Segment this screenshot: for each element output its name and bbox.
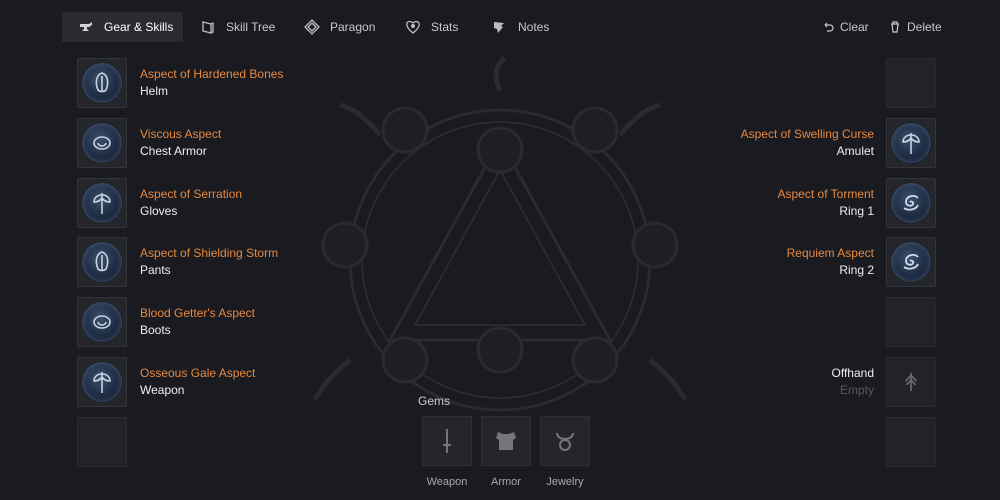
item-helm: Aspect of Hardened Bones Helm [140, 66, 283, 100]
paragon-diamond-icon [304, 19, 320, 35]
gear-slot-empty[interactable] [886, 417, 936, 467]
aspect-name: Aspect of Swelling Curse [740, 127, 874, 141]
quill-icon [492, 19, 508, 35]
gear-slot-weapon[interactable] [77, 357, 127, 407]
slot-name: Pants [140, 263, 171, 277]
item-amulet: Aspect of Swelling Curse Amulet [741, 126, 874, 160]
tab-notes[interactable]: Notes [492, 12, 549, 42]
delete-button[interactable]: Delete [889, 12, 942, 42]
gear-slot-chest-armor[interactable] [77, 118, 127, 168]
slot-name: Ring 2 [839, 263, 874, 277]
slot-name: Ring 1 [839, 204, 874, 218]
slot-empty-status: Empty [839, 383, 874, 397]
gear-slot-helm[interactable] [77, 58, 127, 108]
paragon-emblem-background [312, 56, 688, 467]
aspect-name: Requiem Aspect [786, 246, 874, 260]
spiral-icon [891, 183, 931, 223]
aspect-name: Aspect of Hardened Bones [140, 67, 284, 81]
swirl-icon [82, 302, 122, 342]
axe-icon [82, 183, 122, 223]
gem-slot-weapon[interactable] [422, 416, 472, 466]
tab-label: Stats [431, 20, 459, 34]
axe-icon [891, 123, 931, 163]
gem-label-jewelry: Jewelry [546, 476, 584, 488]
aspect-name: Aspect of Shielding Storm [140, 246, 279, 260]
gem-slot-armor[interactable] [481, 416, 531, 466]
gem-label-armor: Armor [491, 476, 521, 488]
slot-name: Offhand [831, 366, 874, 380]
aspect-name: Blood Getter's Aspect [140, 306, 256, 320]
tab-gear-skills[interactable]: Gear & Skills [62, 12, 183, 42]
item-pants: Aspect of Shielding Storm Pants [140, 245, 278, 279]
trash-icon [889, 21, 901, 33]
item-boots: Blood Getter's Aspect Boots [140, 305, 255, 339]
gem-label-weapon: Weapon [426, 476, 468, 488]
necklace-icon [556, 432, 574, 451]
item-weapon: Osseous Gale Aspect Weapon [140, 365, 255, 399]
chestplate-icon [496, 432, 516, 450]
gear-slot-offhand[interactable] [886, 357, 936, 407]
bone-shield-icon [82, 63, 122, 103]
aspect-name: Osseous Gale Aspect [140, 366, 256, 380]
item-offhand: Offhand Empty [832, 365, 874, 399]
gems-title: Gems [418, 394, 451, 408]
clear-label: Clear [840, 20, 869, 34]
gear-slot-ring-1[interactable] [886, 178, 936, 228]
tab-label: Gear & Skills [104, 20, 174, 34]
item-ring-2: Requiem Aspect Ring 2 [787, 245, 874, 279]
tab-label: Skill Tree [226, 20, 276, 34]
gear-slot-empty[interactable] [886, 297, 936, 347]
axe-icon [82, 362, 122, 402]
item-ring-1: Aspect of Torment Ring 1 [778, 186, 875, 220]
aspect-name: Aspect of Torment [777, 187, 875, 201]
slot-name: Helm [140, 84, 169, 98]
slot-name: Chest Armor [140, 144, 207, 158]
slot-name: Gloves [140, 204, 178, 218]
gear-slot-empty[interactable] [77, 417, 127, 467]
item-chest-armor: Viscous Aspect Chest Armor [140, 126, 221, 160]
tab-label: Paragon [330, 20, 376, 34]
heart-shield-icon [405, 19, 421, 35]
tab-label: Notes [518, 20, 550, 34]
item-gloves: Aspect of Serration Gloves [140, 186, 242, 220]
slot-name: Weapon [140, 383, 185, 397]
anvil-icon [78, 19, 94, 35]
dagger-icon [443, 429, 451, 453]
bone-shield-icon [82, 242, 122, 282]
gear-slot-amulet[interactable] [886, 118, 936, 168]
swirl-icon [82, 123, 122, 163]
undo-icon [822, 21, 834, 33]
gear-slot-empty[interactable] [886, 58, 936, 108]
aspect-name: Viscous Aspect [140, 127, 222, 141]
tree-rune-icon [904, 372, 918, 392]
tab-paragon[interactable]: Paragon [304, 12, 375, 42]
gear-slot-pants[interactable] [77, 237, 127, 287]
gear-slot-boots[interactable] [77, 297, 127, 347]
gear-slot-gloves[interactable] [77, 178, 127, 228]
delete-label: Delete [907, 20, 942, 34]
aspect-name: Aspect of Serration [140, 187, 243, 201]
spiral-icon [891, 242, 931, 282]
slot-name: Amulet [836, 144, 874, 158]
tab-bar: Gear & Skills Skill Tree Paragon Stats N… [62, 12, 950, 42]
tab-skill-tree[interactable]: Skill Tree [200, 12, 275, 42]
clear-button[interactable]: Clear [822, 12, 869, 42]
tab-stats[interactable]: Stats [405, 12, 458, 42]
gem-slot-jewelry[interactable] [540, 416, 590, 466]
gear-slot-ring-2[interactable] [886, 237, 936, 287]
slot-name: Boots [140, 323, 171, 337]
book-icon [200, 19, 216, 35]
